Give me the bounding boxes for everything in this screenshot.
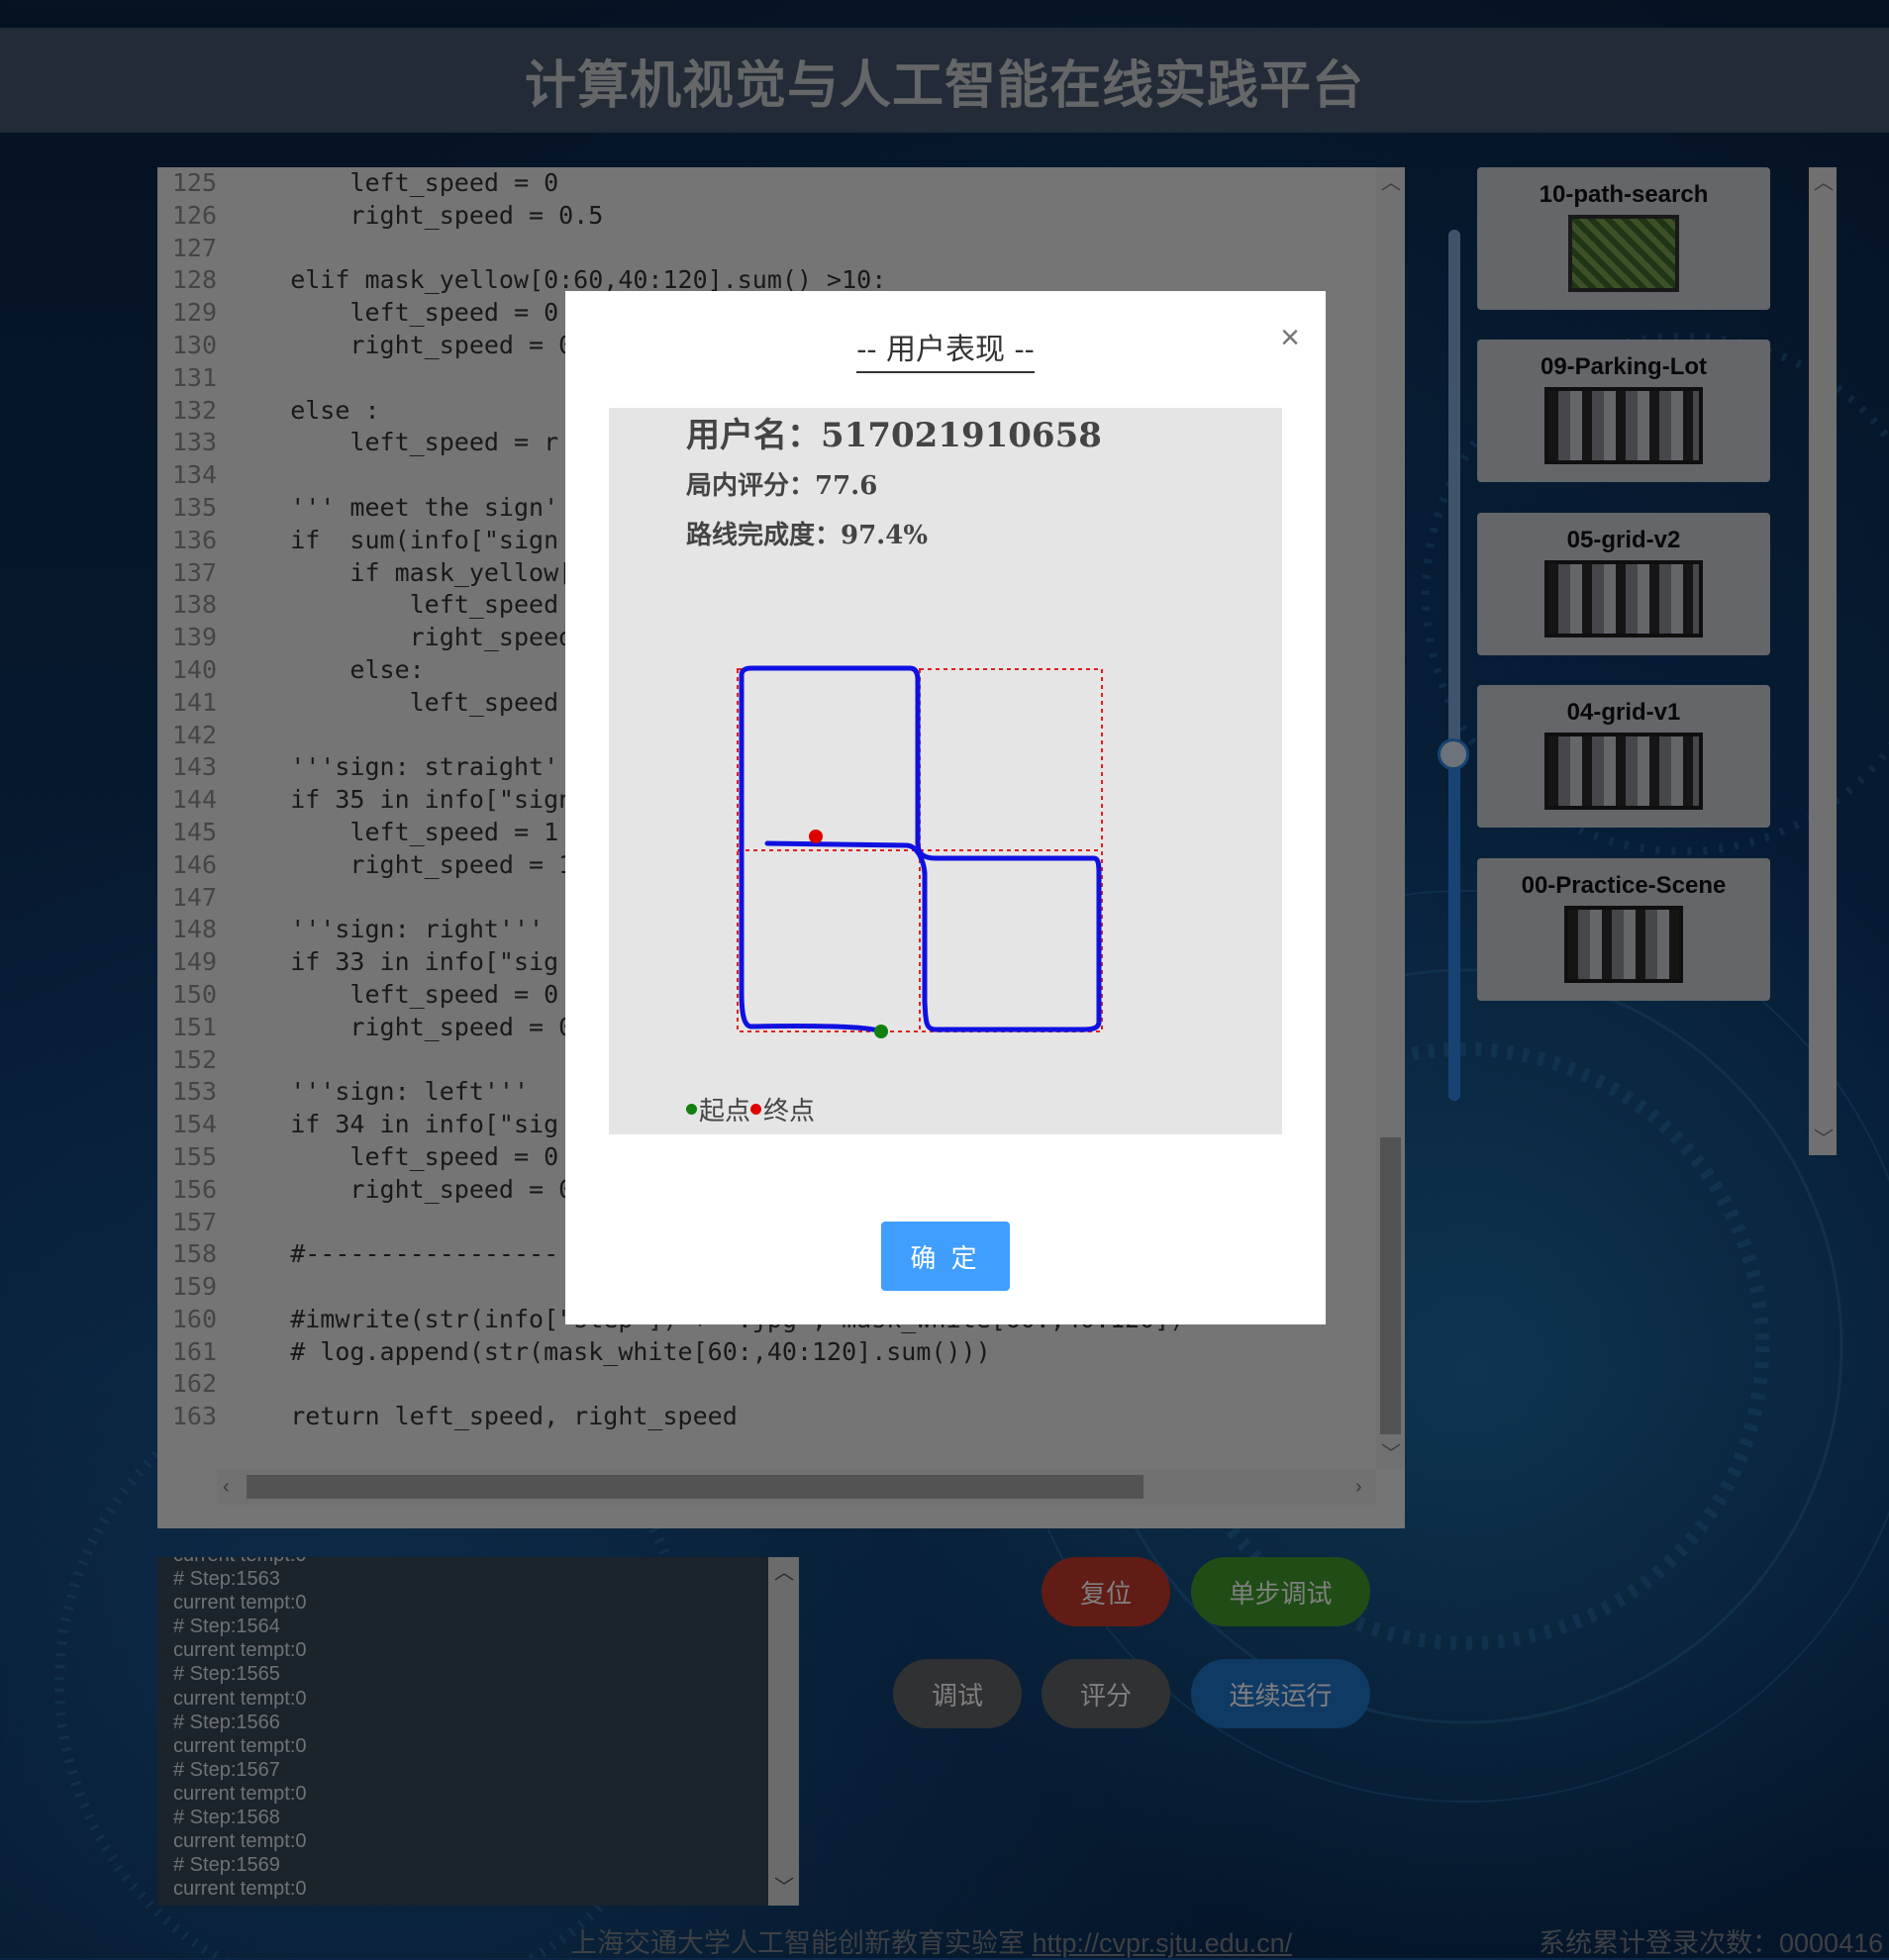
end-dot-icon	[750, 1104, 762, 1115]
legend-start-label: 起点	[699, 1097, 751, 1127]
route-legend: 起点 终点	[686, 1091, 815, 1127]
user-performance-dialog: -- 用户表现 -- × 用户名：517021910658 局内评分：77.6 …	[565, 291, 1326, 1324]
end-point-marker	[809, 830, 823, 843]
legend-end-label: 终点	[763, 1097, 816, 1127]
dialog-title-text: -- 用户表现 --	[856, 333, 1035, 373]
start-dot-icon	[686, 1104, 697, 1115]
close-icon[interactable]: ×	[1280, 319, 1300, 357]
route-map	[737, 665, 1103, 1038]
performance-panel: 用户名：517021910658 局内评分：77.6 路线完成度：97.4% 起…	[609, 408, 1282, 1134]
dialog-title: -- 用户表现 --	[565, 325, 1326, 373]
start-point-marker	[874, 1025, 888, 1038]
confirm-button[interactable]: 确 定	[881, 1222, 1010, 1291]
